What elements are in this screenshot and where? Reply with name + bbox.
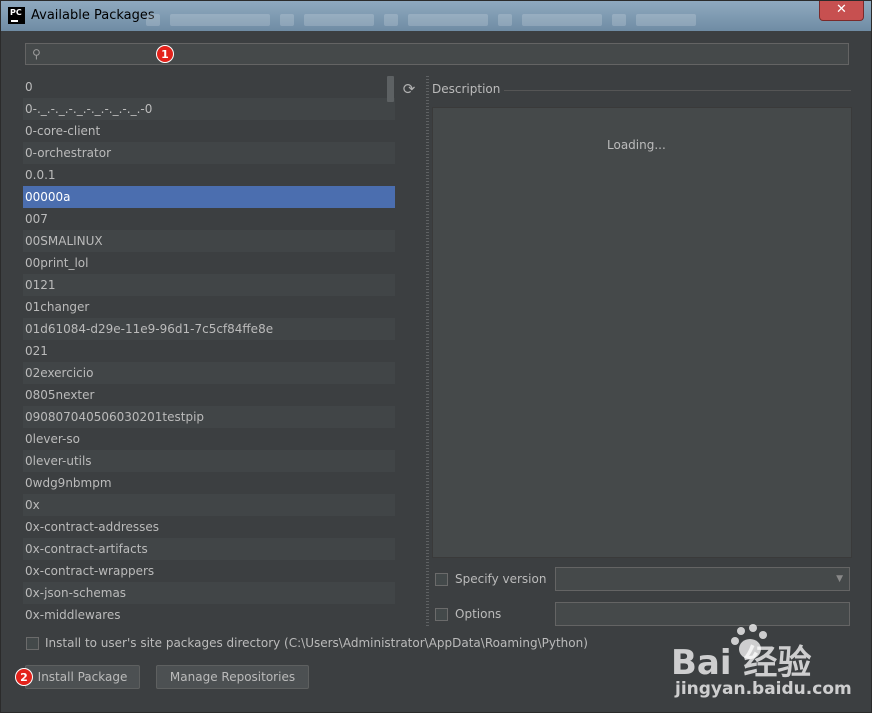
package-list-item[interactable]: 0x-json-schemas (23, 582, 395, 604)
package-list-item[interactable]: 0x-contract-addresses (23, 516, 395, 538)
package-list-item[interactable]: 0-._.-._.-._.-._.-._.-._.-0 (23, 98, 395, 120)
package-list-item[interactable]: 02exercicio (23, 362, 395, 384)
description-panel (432, 107, 852, 558)
package-list-item[interactable]: 0lever-utils (23, 450, 395, 472)
annotation-badge-1: 1 (156, 45, 174, 63)
package-list-item[interactable]: 0121 (23, 274, 395, 296)
window-title: Available Packages (31, 8, 155, 23)
annotation-badge-2: 2 (15, 668, 33, 686)
package-list-item[interactable]: 0x-middlewares (23, 604, 395, 626)
chevron-down-icon: ▼ (836, 574, 843, 584)
specify-version-checkbox[interactable] (435, 573, 448, 586)
package-list-item[interactable]: 090807040506030201testpip (23, 406, 395, 428)
package-list-item[interactable]: 00000a (23, 186, 395, 208)
version-select[interactable]: ▼ (555, 567, 850, 591)
package-list-item[interactable]: 01changer (23, 296, 395, 318)
package-list-item[interactable]: 0-orchestrator (23, 142, 395, 164)
specify-version-label: Specify version (455, 572, 547, 586)
baidu-watermark: Bai 经验 jingyan.baidu.com (671, 621, 871, 711)
package-list-item[interactable]: 0805nexter (23, 384, 395, 406)
package-list[interactable]: 0 0-._.-._.-._.-._.-._.-._.-0 0-core-clien… (23, 76, 395, 628)
list-scrollbar-thumb[interactable] (387, 76, 394, 102)
package-list-item[interactable]: 0-core-client (23, 120, 395, 142)
available-packages-dialog: PC Available Packages ✕ ⚲ 1 0 0-._.-._.-.… (0, 0, 872, 713)
baidu-url: jingyan.baidu.com (675, 679, 852, 699)
package-list-item[interactable]: 0x-contract-wrappers (23, 560, 395, 582)
install-package-button[interactable]: Install Package (25, 665, 140, 689)
panel-splitter[interactable] (426, 76, 429, 628)
pycharm-icon: PC (8, 7, 25, 24)
package-list-item[interactable]: 0 (23, 76, 395, 98)
refresh-icon[interactable]: ⟳ (400, 80, 418, 98)
description-label: Description (432, 82, 501, 96)
app-icon-text: PC (10, 8, 22, 17)
description-divider (504, 90, 851, 91)
search-icon: ⚲ (32, 47, 41, 61)
install-user-checkbox[interactable] (26, 637, 39, 650)
package-list-item[interactable]: 0wdg9nbmpm (23, 472, 395, 494)
package-list-item[interactable]: 00SMALINUX (23, 230, 395, 252)
package-list-item[interactable]: 0.0.1 (23, 164, 395, 186)
options-checkbox[interactable] (435, 608, 448, 621)
title-bar: PC Available Packages ✕ (1, 1, 871, 31)
package-list-item[interactable]: 0lever-so (23, 428, 395, 450)
package-list-item[interactable]: 007 (23, 208, 395, 230)
close-button[interactable]: ✕ (819, 1, 864, 21)
options-label: Options (455, 607, 502, 621)
loading-text: Loading... (607, 138, 666, 152)
package-list-item[interactable]: 0x (23, 494, 395, 516)
package-list-item[interactable]: 01d61084-d29e-11e9-96d1-7c5cf84ffe8e (23, 318, 395, 340)
package-list-item[interactable]: 021 (23, 340, 395, 362)
baidu-logo-text: Bai 经验 (671, 643, 812, 683)
search-field[interactable]: ⚲ (25, 43, 849, 65)
install-user-label: Install to user's site packages director… (45, 636, 588, 650)
package-list-item[interactable]: 0x-contract-artifacts (23, 538, 395, 560)
package-list-item[interactable]: 00print_lol (23, 252, 395, 274)
manage-repositories-button[interactable]: Manage Repositories (156, 665, 309, 689)
background-taskbar-ghost (146, 11, 786, 26)
